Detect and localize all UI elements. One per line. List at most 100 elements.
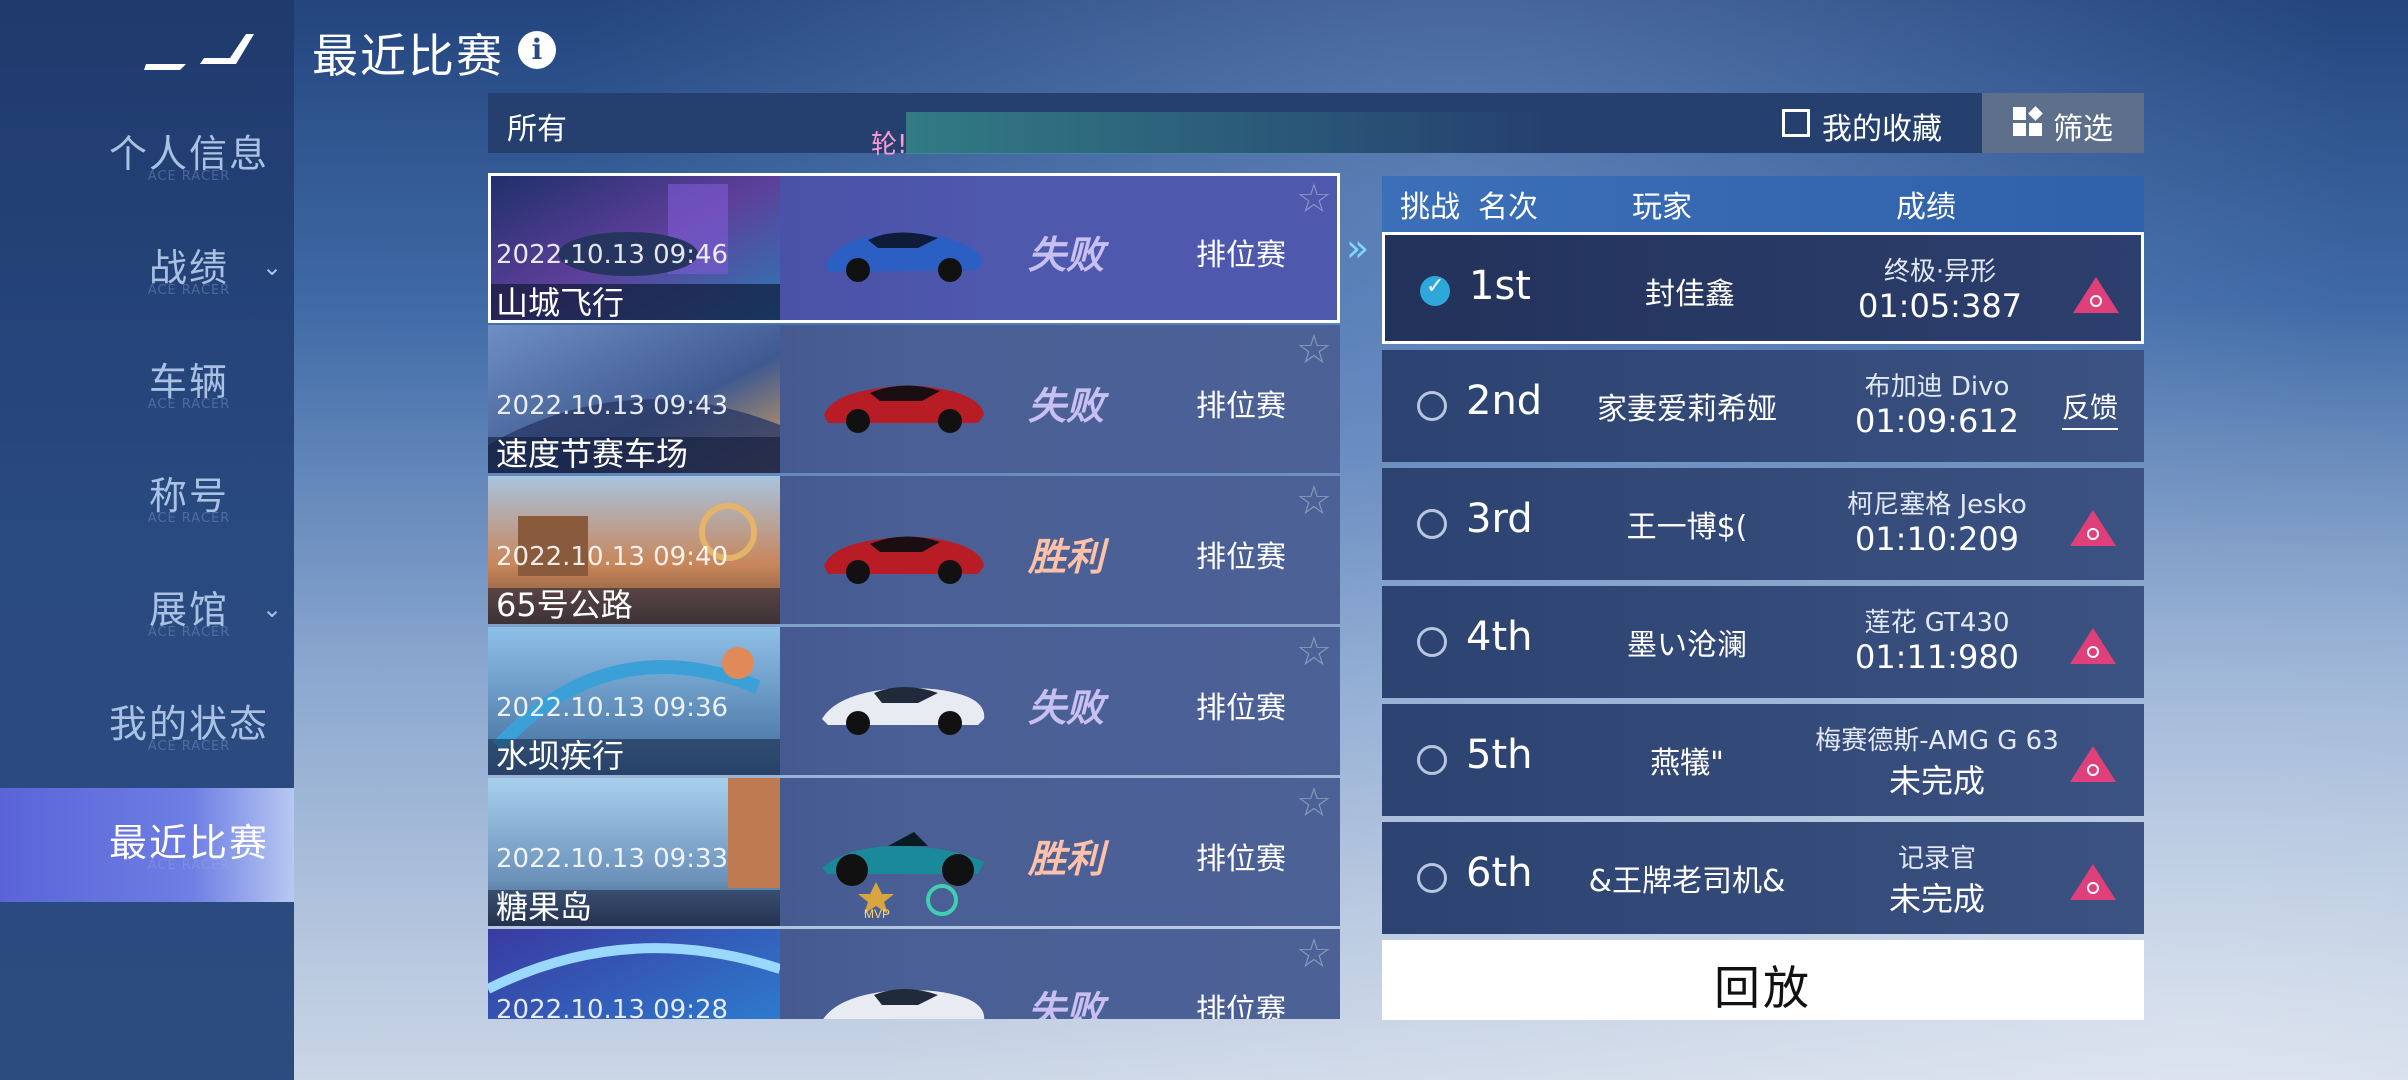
- race-date: 2022.10.13 09:33: [496, 844, 729, 874]
- race-mode: 排位赛: [1196, 691, 1286, 726]
- track-name: 水坝疾行: [496, 737, 625, 775]
- ticker-highlight: [906, 112, 1546, 154]
- sidebar-item-records[interactable]: 战绩 ACE RACER ⌄: [0, 213, 294, 327]
- track-name: 速度节赛车场: [496, 435, 689, 473]
- leaderboard-row[interactable]: 1st 封佳鑫 终极·异形 01:05:387: [1382, 232, 2144, 344]
- sidebar-item-sublabel: ACE RACER: [147, 169, 231, 184]
- race-result: 失败: [1028, 384, 1105, 428]
- car-name: 莲花 GT430: [1864, 608, 2010, 638]
- sidebar-item-sublabel: ACE RACER: [147, 397, 231, 412]
- rank: 6th: [1466, 850, 1533, 896]
- header-challenge: 挑战: [1400, 190, 1460, 225]
- lap-time: 01:10:209: [1854, 520, 2020, 558]
- sidebar: 个人信息 ACE RACER 战绩 ACE RACER ⌄ 车辆 ACE RAC…: [0, 0, 294, 1080]
- lap-time: 未完成: [1888, 762, 1985, 800]
- replay-button[interactable]: 回放: [1382, 940, 2144, 1020]
- race-selection-border: [488, 173, 1340, 323]
- leaderboard-row[interactable]: 4th 墨い沧澜 莲花 GT430 01:11:980: [1382, 586, 2144, 698]
- favorite-star-icon[interactable]: ☆: [1296, 931, 1332, 977]
- brand-logo-icon: [144, 34, 254, 70]
- favorite-star-icon[interactable]: ☆: [1296, 478, 1332, 524]
- sidebar-item-recent-races[interactable]: 最近比赛 ACE RACER: [0, 788, 294, 902]
- chevron-down-icon: ⌄: [262, 595, 283, 623]
- favorite-star-icon[interactable]: ☆: [1296, 629, 1332, 675]
- header-score: 成绩: [1896, 190, 1956, 225]
- race-result: 胜利: [1028, 535, 1105, 579]
- car-image: [823, 989, 985, 1019]
- sidebar-item-sublabel: ACE RACER: [147, 511, 231, 526]
- sidebar-item-sublabel: ACE RACER: [147, 283, 231, 298]
- track-name: 糖果岛: [496, 888, 593, 926]
- svg-text:MVP: MVP: [864, 907, 890, 920]
- challenge-radio[interactable]: [1417, 391, 1447, 421]
- car-name: 终极·异形: [1883, 257, 1997, 287]
- info-icon[interactable]: i: [518, 31, 556, 69]
- mvp-badge-icon: MVP: [858, 882, 958, 920]
- header-player: 玩家: [1632, 190, 1692, 225]
- race-date: 2022.10.13 09:36: [496, 693, 729, 723]
- race-mode: 排位赛: [1196, 389, 1286, 424]
- leaderboard-row[interactable]: 5th 燕犠" 梅赛德斯-AMG G 63 未完成: [1382, 704, 2144, 816]
- race-row[interactable]: 2022.10.13 09:40 65号公路 胜利 排位赛 ☆: [488, 476, 1340, 624]
- sidebar-item-sublabel: ACE RACER: [147, 739, 231, 754]
- car-image: [822, 687, 985, 735]
- race-row[interactable]: 2022.10.13 09:33 糖果岛 MVP 胜利 排位赛 ☆: [488, 778, 1340, 926]
- page-title: 最近比赛: [312, 29, 504, 83]
- lap-time: 01:05:387: [1857, 287, 2023, 325]
- race-row[interactable]: 2022.10.13 09:36 水坝疾行 失败 排位赛 ☆: [488, 627, 1340, 775]
- report-icon[interactable]: [2068, 744, 2118, 784]
- favorites-checkbox[interactable]: [1782, 109, 1810, 137]
- ticker-text: 轮!: [871, 130, 908, 160]
- report-icon[interactable]: [2068, 862, 2118, 902]
- car-name: 记录官: [1897, 844, 1976, 874]
- race-date: 2022.10.13 09:40: [496, 542, 729, 572]
- race-row[interactable]: 2022.10.13 09:28 失败 排位赛 ☆: [488, 929, 1340, 1019]
- race-mode: 排位赛: [1196, 842, 1286, 877]
- sidebar-item-profile[interactable]: 个人信息 ACE RACER: [0, 99, 294, 213]
- sidebar-item-sublabel: ACE RACER: [147, 625, 231, 640]
- race-row[interactable]: 2022.10.13 09:43 速度节赛车场 失败 排位赛 ☆: [488, 325, 1340, 473]
- leaderboard-row[interactable]: 3rd 王一博$( 柯尼塞格 Jesko 01:10:209: [1382, 468, 2144, 580]
- lap-time: 未完成: [1888, 880, 1985, 918]
- report-icon[interactable]: [2071, 275, 2121, 315]
- car-name: 布加迪 Divo: [1864, 372, 2010, 402]
- favorite-star-icon[interactable]: ☆: [1296, 327, 1332, 373]
- sidebar-item-my-status[interactable]: 我的状态 ACE RACER: [0, 669, 294, 783]
- sidebar-item-vehicles[interactable]: 车辆 ACE RACER: [0, 327, 294, 441]
- sidebar-item-gallery[interactable]: 展馆 ACE RACER ⌄: [0, 555, 294, 669]
- challenge-radio[interactable]: [1417, 863, 1447, 893]
- leaderboard-header: 挑战 名次 玩家 成绩: [1382, 176, 2144, 232]
- filter-all-label[interactable]: 所有: [507, 104, 567, 148]
- car-name: 梅赛德斯-AMG G 63: [1815, 726, 2059, 756]
- favorite-star-icon[interactable]: ☆: [1296, 780, 1332, 826]
- sidebar-item-titles[interactable]: 称号 ACE RACER: [0, 441, 294, 555]
- race-result: 胜利: [1028, 837, 1105, 881]
- report-icon[interactable]: [2068, 508, 2118, 548]
- filter-grid-icon: [2013, 106, 2043, 137]
- challenge-radio[interactable]: [1417, 745, 1447, 775]
- rank: 5th: [1466, 732, 1533, 778]
- feedback-link[interactable]: 反馈: [2062, 386, 2119, 430]
- race-result: 失败: [1028, 686, 1105, 730]
- rank: 4th: [1466, 614, 1533, 660]
- challenge-radio[interactable]: [1417, 509, 1447, 539]
- race-date: 2022.10.13 09:28: [496, 995, 729, 1019]
- lap-time: 01:09:612: [1854, 402, 2020, 440]
- chevron-down-icon: ⌄: [262, 253, 283, 281]
- race-date: 2022.10.13 09:43: [496, 391, 729, 421]
- report-icon[interactable]: [2068, 626, 2118, 666]
- challenge-radio[interactable]: [1417, 627, 1447, 657]
- header-rank: 名次: [1478, 190, 1538, 225]
- sidebar-item-sublabel: ACE RACER: [147, 858, 231, 873]
- favorites-label[interactable]: 我的收藏: [1822, 104, 1942, 148]
- rank: 1st: [1469, 263, 1531, 309]
- rank: 2nd: [1466, 378, 1543, 424]
- leaderboard-row[interactable]: 2nd 家妻爱莉希娅 布加迪 Divo 01:09:612 反馈: [1382, 350, 2144, 462]
- challenge-radio[interactable]: [1420, 274, 1450, 306]
- filter-button-label[interactable]: 筛选: [2053, 104, 2113, 148]
- lap-time: 01:11:980: [1854, 638, 2020, 676]
- double-chevron-right-icon: »: [1346, 226, 1370, 270]
- race-mode: 排位赛: [1196, 540, 1286, 575]
- car-image: [824, 536, 984, 584]
- leaderboard-row[interactable]: 6th &王牌老司机& 记录官 未完成: [1382, 822, 2144, 934]
